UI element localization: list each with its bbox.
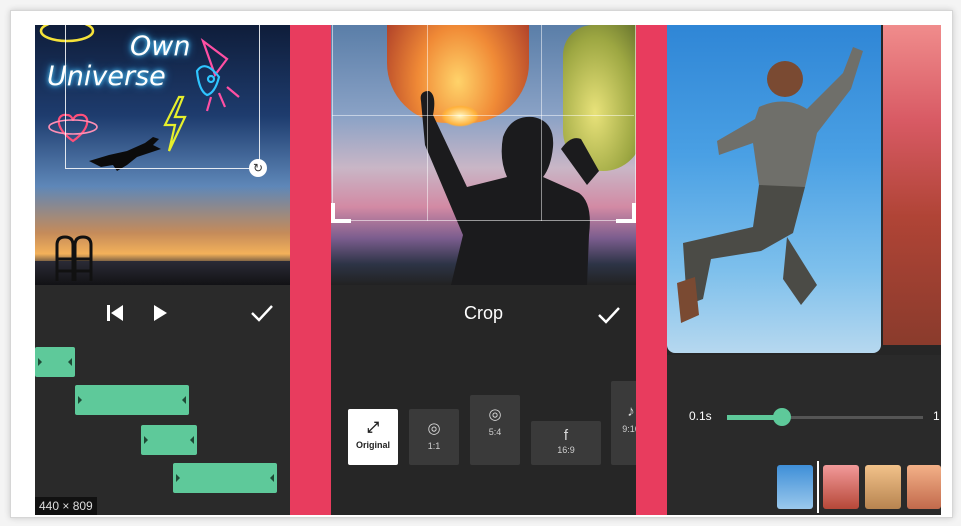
ladder-silhouette [55,235,93,281]
crop-preview-photo [331,25,636,285]
ratio-9-16-button[interactable]: ♪ 9:16 [611,381,636,465]
size-label: 440 × 809 [35,497,97,515]
crop-corner-handle[interactable] [616,203,636,223]
timeline-track-3[interactable] [141,425,197,455]
crop-grid-line [427,25,428,221]
transition-panel: 0.1s 1 [667,25,941,515]
instagram-icon: ◎ [427,420,441,437]
crop-frame[interactable] [332,25,636,221]
clip-thumbnail-2[interactable] [823,465,859,509]
tiktok-icon: ♪ [627,403,635,420]
timeline-track-2[interactable] [75,385,189,415]
next-clip-preview [883,25,941,345]
crop-panel: Crop ⤢ Original ◎ 1:1 ◎ 5:4 f 16:9 ♪ 9:1… [331,25,636,515]
play-icon[interactable] [151,303,169,323]
crop-grid-line [541,25,542,221]
clip-thumbnail-1[interactable] [777,465,813,509]
crop-grid-line [332,115,634,116]
ratio-1-1-button[interactable]: ◎ 1:1 [409,409,459,465]
sticker-editor-panel: Own Universe ↻ 440 × 809 [35,25,290,515]
ratio-16-9-button[interactable]: f 16:9 [531,421,601,465]
checkmark-icon[interactable] [249,303,275,323]
clip-thumbnail-3[interactable] [865,465,901,509]
playhead-marker[interactable] [817,461,819,513]
ratio-original-button[interactable]: ⤢ Original [348,409,398,465]
pink-divider [290,25,331,515]
rotate-handle-icon[interactable]: ↻ [249,159,267,177]
jumping-man-clip[interactable] [667,25,881,353]
ratio-5-4-button[interactable]: ◎ 5:4 [470,395,520,465]
speed-min-label: 0.1s [689,409,712,423]
timeline-controls: 440 × 809 [35,285,290,515]
sticker-selection-box[interactable] [65,25,260,169]
jumping-man-photo [677,47,863,323]
instagram-icon: ◎ [488,406,502,423]
speed-max-label: 1 [933,409,940,423]
timeline-track-4[interactable] [173,463,277,493]
crop-title: Crop [463,303,503,323]
preview-photo: Own Universe ↻ [35,25,290,285]
crop-controls: Crop ⤢ Original ◎ 1:1 ◎ 5:4 f 16:9 ♪ 9:1… [331,285,636,515]
facebook-icon: f [563,427,569,444]
expand-icon: ⤢ [366,419,379,436]
pink-divider [636,25,667,515]
skip-back-icon[interactable] [105,303,125,323]
timeline-track-1[interactable] [35,347,75,377]
checkmark-icon[interactable] [596,305,622,325]
clip-thumbnail-4[interactable] [907,465,941,509]
crop-corner-handle[interactable] [331,203,351,223]
speed-slider-knob[interactable] [773,408,791,426]
